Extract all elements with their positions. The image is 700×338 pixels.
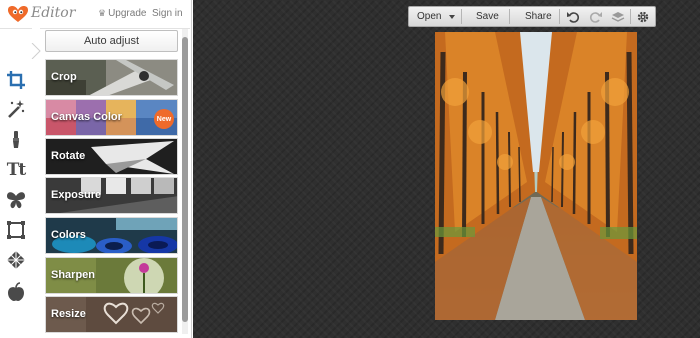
editor-app: Editor ♛ Upgrade Sign in Tt Auto adjust … bbox=[0, 0, 700, 338]
new-badge: New bbox=[154, 109, 174, 129]
undo-icon[interactable] bbox=[566, 10, 580, 24]
toolbar-divider bbox=[559, 9, 560, 24]
scroll-thumb[interactable] bbox=[182, 37, 188, 322]
redo-icon[interactable] bbox=[589, 10, 603, 24]
tool-colors[interactable]: Colors bbox=[45, 217, 178, 254]
texture-icon[interactable] bbox=[5, 249, 27, 271]
photo-canvas[interactable] bbox=[435, 32, 637, 320]
toolbar-divider bbox=[509, 9, 510, 24]
tool-label: Sharpen bbox=[51, 269, 96, 281]
tool-exposure[interactable]: Exposure bbox=[45, 177, 178, 214]
auto-adjust-button[interactable]: Auto adjust bbox=[45, 30, 178, 52]
tool-label: Rotate bbox=[51, 150, 86, 162]
top-toolbar: Open Save Share bbox=[408, 6, 656, 27]
toolbar-divider bbox=[630, 9, 631, 24]
apple-icon[interactable] bbox=[5, 281, 27, 303]
top-bar: Editor ♛ Upgrade Sign in bbox=[0, 0, 192, 28]
text-tool-icon[interactable]: Tt bbox=[5, 159, 27, 181]
tool-crop[interactable]: Crop bbox=[45, 59, 178, 96]
save-button[interactable]: Save bbox=[476, 11, 499, 22]
panel-scrollbar[interactable] bbox=[182, 29, 188, 334]
canvas-area: Open Save Share bbox=[193, 0, 700, 338]
chevron-down-icon bbox=[449, 14, 456, 19]
tool-label: Colors bbox=[51, 229, 86, 241]
tool-label: Canvas Color bbox=[51, 111, 122, 123]
tool-label: Exposure bbox=[51, 189, 102, 201]
autumn-path-photo bbox=[435, 32, 637, 320]
left-sidebar: Editor ♛ Upgrade Sign in Tt Auto adjust … bbox=[0, 0, 192, 338]
heart-logo-icon[interactable] bbox=[7, 5, 29, 23]
paint-brush-icon[interactable] bbox=[5, 128, 27, 150]
magic-wand-icon[interactable] bbox=[5, 98, 27, 120]
tool-rail: Tt bbox=[0, 28, 32, 338]
toolbar-divider bbox=[461, 9, 462, 24]
butterfly-icon[interactable] bbox=[5, 189, 27, 211]
settings-gear-icon[interactable] bbox=[636, 10, 650, 24]
frame-icon[interactable] bbox=[5, 219, 27, 241]
tool-resize[interactable]: Resize bbox=[45, 296, 178, 333]
tool-rotate[interactable]: Rotate bbox=[45, 138, 178, 175]
share-button[interactable]: Share bbox=[525, 11, 552, 22]
crown-icon: ♛ bbox=[98, 8, 107, 18]
sign-in-link[interactable]: Sign in bbox=[152, 8, 183, 19]
app-title: Editor bbox=[31, 5, 76, 21]
crop-tool-icon[interactable] bbox=[5, 69, 27, 91]
tool-sharpen[interactable]: Sharpen bbox=[45, 257, 178, 294]
tool-label: Resize bbox=[51, 308, 86, 320]
tool-panel: Auto adjust Crop Canvas Color New Rotate… bbox=[40, 28, 190, 338]
upgrade-label: Upgrade bbox=[108, 8, 147, 19]
open-label: Open bbox=[417, 11, 442, 22]
upgrade-link[interactable]: ♛ Upgrade bbox=[98, 8, 146, 19]
text-tool-glyph: Tt bbox=[6, 160, 26, 180]
layers-icon[interactable] bbox=[611, 10, 625, 24]
tool-label: Crop bbox=[51, 71, 77, 83]
tool-canvas-color[interactable]: Canvas Color New bbox=[45, 99, 178, 136]
open-button[interactable]: Open bbox=[417, 11, 456, 22]
